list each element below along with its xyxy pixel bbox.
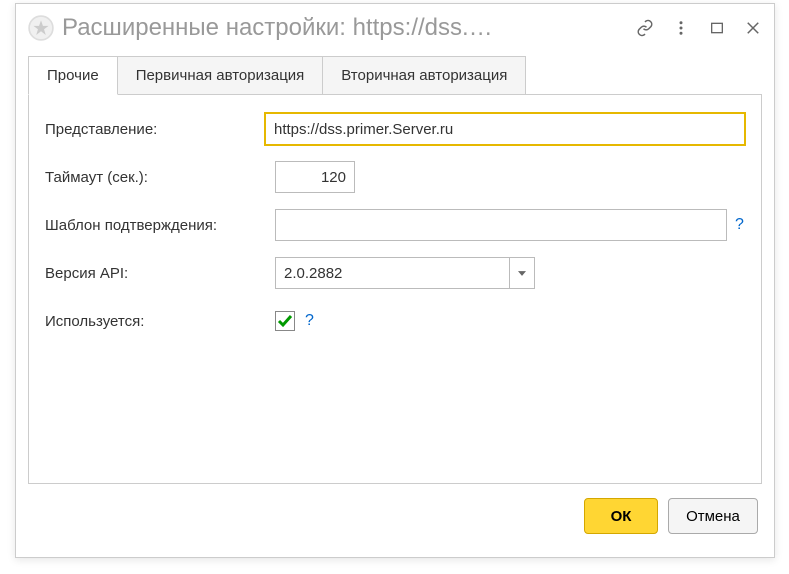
help-template[interactable]: ?	[735, 216, 744, 234]
label-api-version: Версия API:	[45, 265, 275, 282]
checkbox-used[interactable]	[275, 311, 295, 331]
input-template[interactable]	[275, 209, 727, 241]
ok-button[interactable]: ОК	[584, 498, 658, 534]
input-representation[interactable]	[265, 113, 745, 145]
dialog-window: Расширенные настройки: https://dss.…	[15, 3, 775, 558]
link-icon[interactable]	[636, 19, 654, 37]
row-used: Используется: ?	[45, 305, 745, 337]
kebab-menu-icon[interactable]	[672, 19, 690, 37]
label-template: Шаблон подтверждения:	[45, 217, 275, 234]
close-icon[interactable]	[744, 19, 762, 37]
titlebar-controls	[636, 19, 762, 37]
label-used: Используется:	[45, 313, 275, 330]
help-used[interactable]: ?	[305, 312, 314, 330]
tabs: Прочие Первичная авторизация Вторичная а…	[28, 56, 774, 95]
row-representation: Представление:	[45, 113, 745, 145]
window-title: Расширенные настройки: https://dss.…	[62, 14, 628, 42]
tab-secondary-auth[interactable]: Вторичная авторизация	[322, 56, 526, 95]
cancel-button[interactable]: Отмена	[668, 498, 758, 534]
star-icon[interactable]	[28, 15, 54, 41]
label-timeout: Таймаут (сек.):	[45, 169, 275, 186]
row-template: Шаблон подтверждения: ?	[45, 209, 745, 241]
tab-other[interactable]: Прочие	[28, 56, 118, 95]
footer: ОК Отмена	[16, 484, 774, 548]
tab-primary-auth[interactable]: Первичная авторизация	[117, 56, 324, 95]
maximize-icon[interactable]	[708, 19, 726, 37]
titlebar: Расширенные настройки: https://dss.…	[16, 4, 774, 52]
dropdown-button[interactable]	[509, 257, 535, 289]
tab-content: Представление: Таймаут (сек.): Шаблон по…	[28, 94, 762, 484]
select-api-version[interactable]	[275, 257, 535, 289]
row-timeout: Таймаут (сек.):	[45, 161, 745, 193]
row-api-version: Версия API:	[45, 257, 745, 289]
input-api-version[interactable]	[275, 257, 509, 289]
label-representation: Представление:	[45, 121, 265, 138]
input-timeout[interactable]	[275, 161, 355, 193]
